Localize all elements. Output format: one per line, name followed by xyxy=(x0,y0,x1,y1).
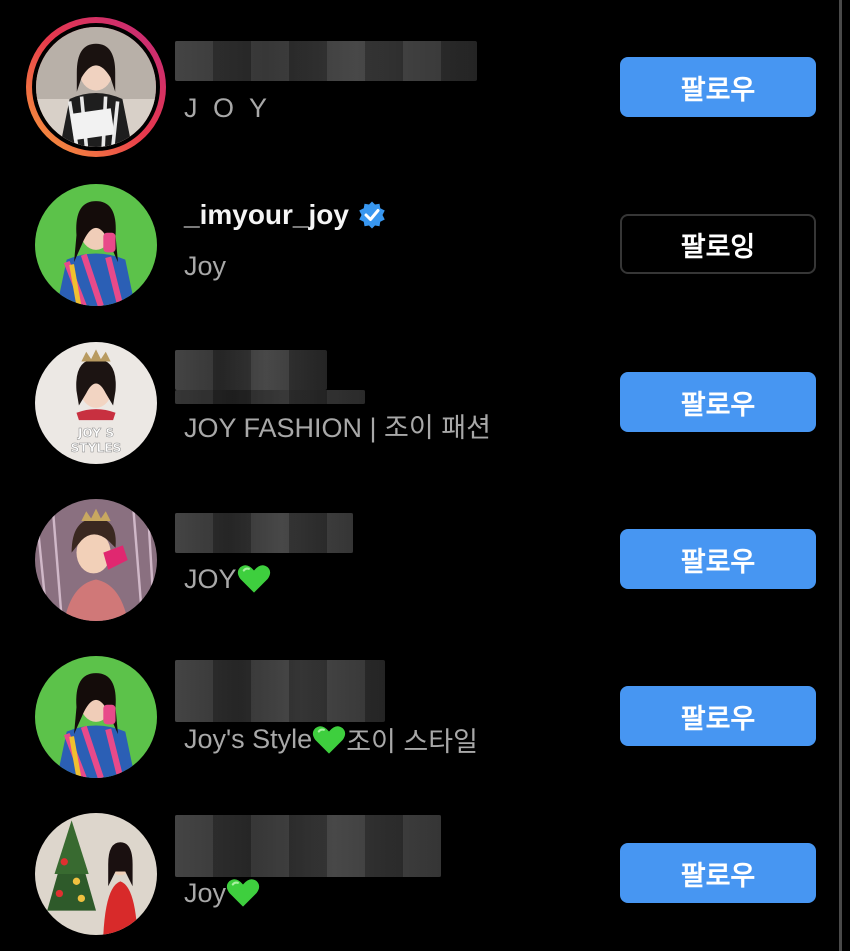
avatar[interactable] xyxy=(35,656,157,778)
subtitle-text: J O Y xyxy=(184,93,272,123)
avatar-photo xyxy=(35,499,157,621)
account-subtitle: J O Y xyxy=(184,93,271,124)
follow-button[interactable]: 팔로우 xyxy=(620,843,816,903)
account-subtitle: Joy xyxy=(184,877,260,909)
follow-button-label: 팔로우 xyxy=(680,860,756,892)
follow-button-label: 팔로우 xyxy=(680,546,756,578)
avatar[interactable] xyxy=(26,17,166,157)
subtitle-text: Joy xyxy=(184,251,227,281)
follow-button[interactable]: 팔로우 xyxy=(620,686,816,746)
list-item[interactable]: J O Y 팔로우 xyxy=(0,17,835,157)
avatar-photo: JOY S STYLES xyxy=(35,342,157,464)
username-blurred-part xyxy=(175,390,365,404)
subtitle-text: JOY xyxy=(184,563,237,594)
username-blurred[interactable] xyxy=(175,660,385,722)
account-subtitle: Joy's Style 조이 스타일 xyxy=(184,720,478,759)
avatar-photo xyxy=(35,656,157,778)
avatar-photo xyxy=(36,27,156,147)
list-item[interactable]: Joy 팔로우 xyxy=(0,803,835,943)
avatar[interactable] xyxy=(35,499,157,621)
follow-button[interactable]: 팔로우 xyxy=(620,372,816,432)
follow-button[interactable]: 팔로우 xyxy=(620,529,816,589)
follow-button-label: 팔로우 xyxy=(680,74,756,106)
avatar[interactable] xyxy=(35,184,157,306)
account-subtitle: Joy xyxy=(184,251,226,282)
avatar[interactable]: JOY S STYLES xyxy=(35,342,157,464)
follow-button-label: 팔로우 xyxy=(680,389,756,421)
list-item[interactable]: Joy's Style 조이 스타일 팔로우 xyxy=(0,646,835,786)
follow-button[interactable]: 팔로우 xyxy=(620,57,816,117)
avatar-photo xyxy=(35,813,157,935)
subtitle-text-after: 조이 스타일 xyxy=(346,727,478,757)
list-item[interactable]: _imyour_joy Joy 팔로잉 xyxy=(0,174,835,314)
verified-badge-icon xyxy=(359,201,385,229)
avatar-photo xyxy=(35,184,157,306)
svg-text:STYLES: STYLES xyxy=(71,441,122,455)
subtitle-text: Joy's Style xyxy=(184,724,313,754)
following-button-label: 팔로잉 xyxy=(680,231,756,263)
green-heart-icon xyxy=(237,565,270,593)
username-blurred[interactable] xyxy=(175,41,477,81)
svg-text:JOY S: JOY S xyxy=(77,426,114,440)
scrollbar[interactable] xyxy=(839,0,842,951)
username-blurred[interactable] xyxy=(175,815,441,877)
username-blurred[interactable] xyxy=(175,350,327,390)
list-item[interactable]: JOY 팔로우 xyxy=(0,489,835,629)
avatar[interactable] xyxy=(35,813,157,935)
green-heart-icon xyxy=(313,725,346,754)
account-subtitle: JOY xyxy=(184,563,271,595)
username-blurred[interactable] xyxy=(175,513,353,553)
account-subtitle: JOY FASHION | 조이 패션 xyxy=(184,406,491,445)
green-heart-icon xyxy=(226,879,260,907)
username-text: _imyour_joy xyxy=(184,199,349,230)
subtitle-text: Joy xyxy=(184,877,227,908)
follow-button-label: 팔로우 xyxy=(680,703,756,735)
list-item[interactable]: JOY S STYLES JOY FASHION | 조이 패션 팔로우 xyxy=(0,332,835,472)
following-button[interactable]: 팔로잉 xyxy=(620,214,816,274)
subtitle-text: JOY FASHION | 조이 패션 xyxy=(184,413,491,443)
username[interactable]: _imyour_joy xyxy=(184,199,387,231)
